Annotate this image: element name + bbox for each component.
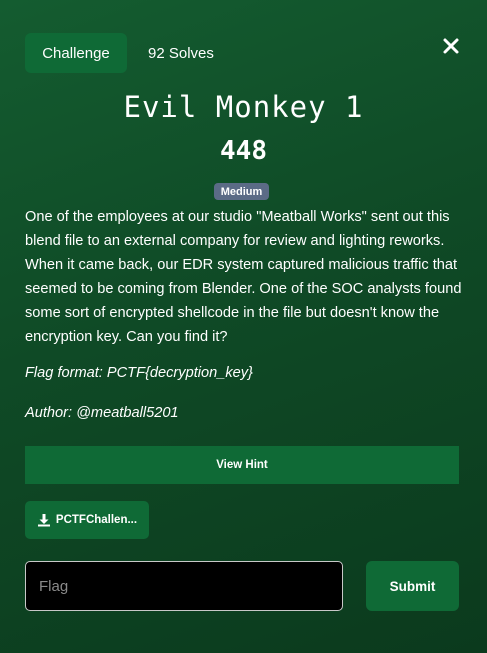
submit-button[interactable]: Submit [366, 561, 459, 611]
challenge-title: Evil Monkey 1 [123, 90, 364, 124]
view-hint-button[interactable]: View Hint [25, 446, 459, 484]
flag-format-text: Flag format: PCTF{decryption_key} [25, 365, 253, 381]
difficulty-badge: Medium [214, 183, 269, 200]
author-text: Author: @meatball5201 [25, 405, 179, 421]
submit-label: Submit [389, 578, 436, 594]
solves-count[interactable]: 92 Solves [148, 45, 214, 62]
challenge-modal: Challenge 92 Solves Evil Monkey 1 448 Me… [0, 0, 487, 653]
download-file-button[interactable]: PCTFChallen... [25, 501, 149, 539]
close-icon[interactable] [441, 36, 461, 56]
view-hint-label: View Hint [216, 459, 268, 471]
tab-challenge-label: Challenge [42, 44, 110, 62]
challenge-description: One of the employees at our studio "Meat… [25, 209, 462, 345]
challenge-points: 448 [220, 136, 267, 166]
tab-challenge[interactable]: Challenge [25, 33, 127, 73]
flag-input[interactable] [25, 561, 343, 611]
download-file-label: PCTFChallen... [55, 514, 138, 526]
download-icon [37, 514, 50, 527]
